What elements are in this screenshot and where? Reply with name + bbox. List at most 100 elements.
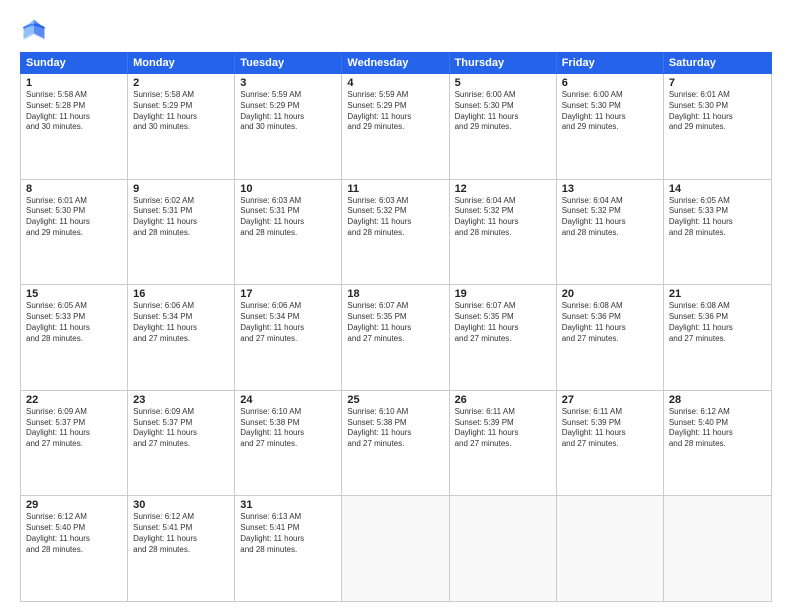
day-number: 16 xyxy=(133,288,229,300)
cell-info: Sunrise: 6:09 AM Sunset: 5:37 PM Dayligh… xyxy=(26,407,122,450)
day-number: 18 xyxy=(347,288,443,300)
logo-icon xyxy=(20,16,48,44)
day-number: 20 xyxy=(562,288,658,300)
cell-info: Sunrise: 6:09 AM Sunset: 5:37 PM Dayligh… xyxy=(133,407,229,450)
cal-cell: 7Sunrise: 6:01 AM Sunset: 5:30 PM Daylig… xyxy=(664,74,771,179)
day-number: 11 xyxy=(347,183,443,195)
header-day-monday: Monday xyxy=(128,53,235,73)
header-day-saturday: Saturday xyxy=(664,53,771,73)
cell-info: Sunrise: 6:08 AM Sunset: 5:36 PM Dayligh… xyxy=(562,301,658,344)
cal-cell: 13Sunrise: 6:04 AM Sunset: 5:32 PM Dayli… xyxy=(557,180,664,285)
cell-info: Sunrise: 6:01 AM Sunset: 5:30 PM Dayligh… xyxy=(669,90,766,133)
day-number: 21 xyxy=(669,288,766,300)
day-number: 3 xyxy=(240,77,336,89)
day-number: 19 xyxy=(455,288,551,300)
cal-cell: 6Sunrise: 6:00 AM Sunset: 5:30 PM Daylig… xyxy=(557,74,664,179)
cell-info: Sunrise: 6:10 AM Sunset: 5:38 PM Dayligh… xyxy=(240,407,336,450)
cell-info: Sunrise: 5:59 AM Sunset: 5:29 PM Dayligh… xyxy=(240,90,336,133)
cal-cell: 15Sunrise: 6:05 AM Sunset: 5:33 PM Dayli… xyxy=(21,285,128,390)
cal-cell: 21Sunrise: 6:08 AM Sunset: 5:36 PM Dayli… xyxy=(664,285,771,390)
cell-info: Sunrise: 6:01 AM Sunset: 5:30 PM Dayligh… xyxy=(26,196,122,239)
cell-info: Sunrise: 6:03 AM Sunset: 5:32 PM Dayligh… xyxy=(347,196,443,239)
cell-info: Sunrise: 6:05 AM Sunset: 5:33 PM Dayligh… xyxy=(669,196,766,239)
day-number: 1 xyxy=(26,77,122,89)
cell-info: Sunrise: 6:03 AM Sunset: 5:31 PM Dayligh… xyxy=(240,196,336,239)
cal-cell: 17Sunrise: 6:06 AM Sunset: 5:34 PM Dayli… xyxy=(235,285,342,390)
cal-cell: 10Sunrise: 6:03 AM Sunset: 5:31 PM Dayli… xyxy=(235,180,342,285)
cell-info: Sunrise: 6:04 AM Sunset: 5:32 PM Dayligh… xyxy=(455,196,551,239)
cal-cell: 27Sunrise: 6:11 AM Sunset: 5:39 PM Dayli… xyxy=(557,391,664,496)
cal-cell: 16Sunrise: 6:06 AM Sunset: 5:34 PM Dayli… xyxy=(128,285,235,390)
cell-info: Sunrise: 6:08 AM Sunset: 5:36 PM Dayligh… xyxy=(669,301,766,344)
header-day-friday: Friday xyxy=(557,53,664,73)
cell-info: Sunrise: 6:12 AM Sunset: 5:40 PM Dayligh… xyxy=(26,512,122,555)
cell-info: Sunrise: 6:00 AM Sunset: 5:30 PM Dayligh… xyxy=(455,90,551,133)
cell-info: Sunrise: 6:11 AM Sunset: 5:39 PM Dayligh… xyxy=(562,407,658,450)
cal-cell: 24Sunrise: 6:10 AM Sunset: 5:38 PM Dayli… xyxy=(235,391,342,496)
cal-cell: 19Sunrise: 6:07 AM Sunset: 5:35 PM Dayli… xyxy=(450,285,557,390)
cell-info: Sunrise: 5:58 AM Sunset: 5:29 PM Dayligh… xyxy=(133,90,229,133)
cell-info: Sunrise: 6:07 AM Sunset: 5:35 PM Dayligh… xyxy=(347,301,443,344)
calendar-body: 1Sunrise: 5:58 AM Sunset: 5:28 PM Daylig… xyxy=(20,74,772,602)
cell-info: Sunrise: 6:06 AM Sunset: 5:34 PM Dayligh… xyxy=(133,301,229,344)
cal-cell: 25Sunrise: 6:10 AM Sunset: 5:38 PM Dayli… xyxy=(342,391,449,496)
cal-cell xyxy=(342,496,449,601)
cal-cell: 5Sunrise: 6:00 AM Sunset: 5:30 PM Daylig… xyxy=(450,74,557,179)
cal-cell: 1Sunrise: 5:58 AM Sunset: 5:28 PM Daylig… xyxy=(21,74,128,179)
cell-info: Sunrise: 5:59 AM Sunset: 5:29 PM Dayligh… xyxy=(347,90,443,133)
cal-cell: 22Sunrise: 6:09 AM Sunset: 5:37 PM Dayli… xyxy=(21,391,128,496)
cell-info: Sunrise: 6:06 AM Sunset: 5:34 PM Dayligh… xyxy=(240,301,336,344)
day-number: 23 xyxy=(133,394,229,406)
header-day-wednesday: Wednesday xyxy=(342,53,449,73)
day-number: 8 xyxy=(26,183,122,195)
week-row-1: 1Sunrise: 5:58 AM Sunset: 5:28 PM Daylig… xyxy=(21,74,771,180)
week-row-3: 15Sunrise: 6:05 AM Sunset: 5:33 PM Dayli… xyxy=(21,285,771,391)
day-number: 6 xyxy=(562,77,658,89)
header xyxy=(20,16,772,44)
cal-cell: 31Sunrise: 6:13 AM Sunset: 5:41 PM Dayli… xyxy=(235,496,342,601)
cell-info: Sunrise: 6:12 AM Sunset: 5:40 PM Dayligh… xyxy=(669,407,766,450)
header-day-sunday: Sunday xyxy=(21,53,128,73)
cal-cell: 3Sunrise: 5:59 AM Sunset: 5:29 PM Daylig… xyxy=(235,74,342,179)
day-number: 7 xyxy=(669,77,766,89)
day-number: 26 xyxy=(455,394,551,406)
cal-cell: 2Sunrise: 5:58 AM Sunset: 5:29 PM Daylig… xyxy=(128,74,235,179)
cal-cell: 12Sunrise: 6:04 AM Sunset: 5:32 PM Dayli… xyxy=(450,180,557,285)
cal-cell: 20Sunrise: 6:08 AM Sunset: 5:36 PM Dayli… xyxy=(557,285,664,390)
day-number: 31 xyxy=(240,499,336,511)
cal-cell: 8Sunrise: 6:01 AM Sunset: 5:30 PM Daylig… xyxy=(21,180,128,285)
cell-info: Sunrise: 6:07 AM Sunset: 5:35 PM Dayligh… xyxy=(455,301,551,344)
week-row-2: 8Sunrise: 6:01 AM Sunset: 5:30 PM Daylig… xyxy=(21,180,771,286)
day-number: 27 xyxy=(562,394,658,406)
cal-cell: 26Sunrise: 6:11 AM Sunset: 5:39 PM Dayli… xyxy=(450,391,557,496)
cell-info: Sunrise: 5:58 AM Sunset: 5:28 PM Dayligh… xyxy=(26,90,122,133)
calendar: SundayMondayTuesdayWednesdayThursdayFrid… xyxy=(20,52,772,602)
cal-cell: 11Sunrise: 6:03 AM Sunset: 5:32 PM Dayli… xyxy=(342,180,449,285)
cal-cell xyxy=(450,496,557,601)
day-number: 4 xyxy=(347,77,443,89)
day-number: 10 xyxy=(240,183,336,195)
day-number: 17 xyxy=(240,288,336,300)
cell-info: Sunrise: 6:13 AM Sunset: 5:41 PM Dayligh… xyxy=(240,512,336,555)
day-number: 30 xyxy=(133,499,229,511)
day-number: 13 xyxy=(562,183,658,195)
cal-cell: 28Sunrise: 6:12 AM Sunset: 5:40 PM Dayli… xyxy=(664,391,771,496)
cal-cell: 30Sunrise: 6:12 AM Sunset: 5:41 PM Dayli… xyxy=(128,496,235,601)
header-day-thursday: Thursday xyxy=(450,53,557,73)
cal-cell: 18Sunrise: 6:07 AM Sunset: 5:35 PM Dayli… xyxy=(342,285,449,390)
cell-info: Sunrise: 6:05 AM Sunset: 5:33 PM Dayligh… xyxy=(26,301,122,344)
day-number: 12 xyxy=(455,183,551,195)
day-number: 28 xyxy=(669,394,766,406)
cal-cell: 29Sunrise: 6:12 AM Sunset: 5:40 PM Dayli… xyxy=(21,496,128,601)
cal-cell xyxy=(557,496,664,601)
cal-cell xyxy=(664,496,771,601)
day-number: 5 xyxy=(455,77,551,89)
day-number: 25 xyxy=(347,394,443,406)
day-number: 22 xyxy=(26,394,122,406)
day-number: 24 xyxy=(240,394,336,406)
week-row-5: 29Sunrise: 6:12 AM Sunset: 5:40 PM Dayli… xyxy=(21,496,771,601)
day-number: 14 xyxy=(669,183,766,195)
cal-cell: 14Sunrise: 6:05 AM Sunset: 5:33 PM Dayli… xyxy=(664,180,771,285)
cal-cell: 4Sunrise: 5:59 AM Sunset: 5:29 PM Daylig… xyxy=(342,74,449,179)
day-number: 9 xyxy=(133,183,229,195)
